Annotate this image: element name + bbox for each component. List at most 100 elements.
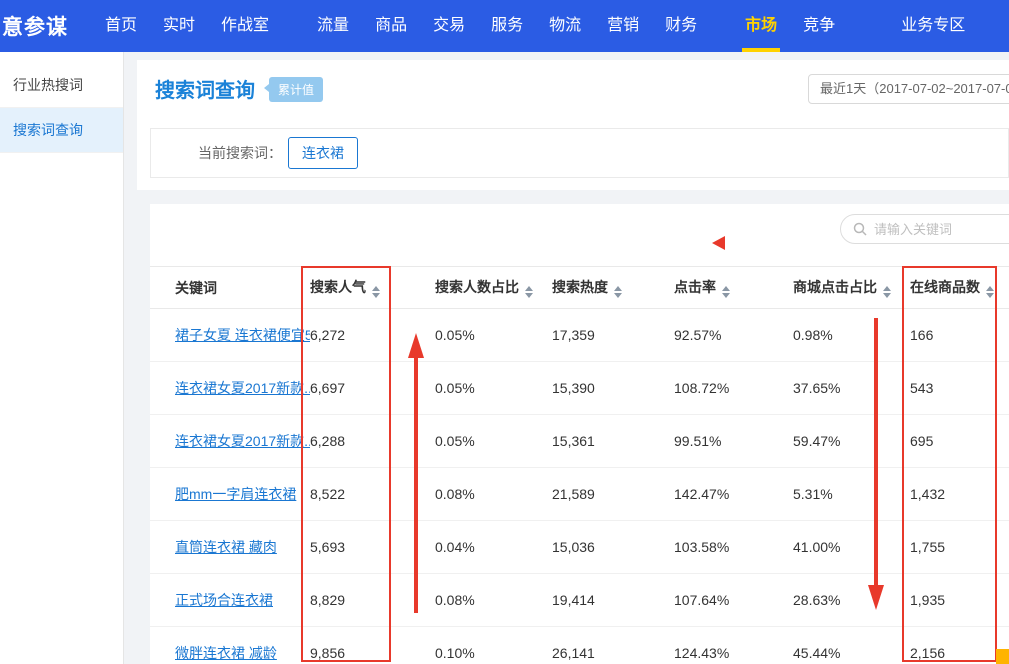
value-cell: 142.47% — [674, 468, 793, 521]
col-header-online-products[interactable]: 在线商品数 — [910, 267, 1009, 309]
keyword-link[interactable]: 连衣裙女夏2017新款... — [175, 433, 310, 449]
table-row: 连衣裙女夏2017新款...6,2880.05%15,36199.51%59.4… — [150, 415, 1009, 468]
col-header-label: 关键词 — [175, 280, 217, 296]
sort-icon[interactable] — [883, 286, 891, 298]
sidebar-item-hot-search-words[interactable]: 行业热搜词 — [0, 63, 123, 108]
value-cell: 0.05% — [435, 362, 552, 415]
value-cell: 15,036 — [552, 521, 674, 574]
brand-logo[interactable]: 意参谋 — [0, 11, 92, 41]
col-header-label: 点击率 — [674, 279, 716, 295]
value-cell: 1,432 — [910, 468, 1009, 521]
table-row: 直筒连衣裙 藏肉5,6930.04%15,036103.58%41.00%1,7… — [150, 521, 1009, 574]
keywords-table: 关键词 搜索人气 搜索人数占比 搜索热度 点击率 商城点击占比 — [150, 266, 1009, 664]
col-header-search-heat[interactable]: 搜索热度 — [552, 267, 674, 309]
keyword-link[interactable]: 连衣裙女夏2017新款... — [175, 380, 310, 396]
floating-widget[interactable] — [996, 649, 1009, 664]
page-title: 搜索词查询 — [155, 74, 255, 103]
nav-item-realtime[interactable]: 实时 — [163, 0, 195, 52]
value-cell: 99.51% — [674, 415, 793, 468]
value-cell: 0.05% — [435, 309, 552, 362]
nav-item-traffic[interactable]: 流量 — [317, 0, 349, 52]
keyword-link[interactable]: 裙子女夏 连衣裙便宜5... — [175, 327, 310, 343]
value-cell: 5,693 — [310, 521, 435, 574]
value-cell: 15,361 — [552, 415, 674, 468]
sort-icon[interactable] — [986, 286, 994, 298]
nav-item-goods[interactable]: 商品 — [375, 0, 407, 52]
col-header-click-rate[interactable]: 点击率 — [674, 267, 793, 309]
col-header-label: 搜索人气 — [310, 279, 366, 295]
nav-item-finance[interactable]: 财务 — [665, 0, 697, 52]
keyword-link[interactable]: 正式场合连衣裙 — [175, 592, 273, 608]
nav-item-market[interactable]: 市场 — [745, 0, 777, 52]
date-range-picker[interactable]: 最近1天（2017-07-02~2017-07-02 — [808, 74, 1009, 104]
nav-item-competition[interactable]: 竞争 — [803, 0, 835, 52]
table-row: 裙子女夏 连衣裙便宜5...6,2720.05%17,35992.57%0.98… — [150, 309, 1009, 362]
search-input[interactable] — [874, 222, 1009, 237]
col-header-label: 搜索人数占比 — [435, 279, 519, 295]
sidebar-item-search-word-query[interactable]: 搜索词查询 — [0, 108, 123, 153]
value-cell: 37.65% — [793, 362, 910, 415]
table-row: 微胖连衣裙 减龄9,8560.10%26,141124.43%45.44%2,1… — [150, 627, 1009, 664]
sidebar: 行业热搜词 搜索词查询 — [0, 52, 124, 664]
sort-icon[interactable] — [525, 286, 533, 298]
keyword-search-box[interactable] — [840, 214, 1009, 244]
value-cell: 92.57% — [674, 309, 793, 362]
value-cell: 1,935 — [910, 574, 1009, 627]
col-header-label: 搜索热度 — [552, 279, 608, 295]
keyword-cell: 裙子女夏 连衣裙便宜5... — [150, 309, 310, 362]
value-cell: 6,697 — [310, 362, 435, 415]
search-icon — [853, 222, 867, 236]
keyword-cell: 肥mm一字肩连衣裙 — [150, 468, 310, 521]
value-cell: 9,856 — [310, 627, 435, 664]
value-cell: 6,272 — [310, 309, 435, 362]
nav-item-business-zone[interactable]: 业务专区 — [901, 0, 965, 52]
value-cell: 0.98% — [793, 309, 910, 362]
value-cell: 107.64% — [674, 574, 793, 627]
nav-item-home[interactable]: 首页 — [105, 0, 137, 52]
sort-icon[interactable] — [722, 286, 730, 298]
value-cell: 45.44% — [793, 627, 910, 664]
current-search-label: 当前搜索词： — [198, 143, 282, 163]
value-cell: 1,755 — [910, 521, 1009, 574]
current-search-tag[interactable]: 连衣裙 — [288, 137, 358, 169]
keyword-link[interactable]: 肥mm一字肩连衣裙 — [175, 486, 296, 502]
value-cell: 6,288 — [310, 415, 435, 468]
value-cell: 21,589 — [552, 468, 674, 521]
value-cell: 166 — [910, 309, 1009, 362]
value-cell: 108.72% — [674, 362, 793, 415]
keyword-link[interactable]: 直筒连衣裙 藏肉 — [175, 539, 277, 555]
keyword-cell: 微胖连衣裙 减龄 — [150, 627, 310, 664]
value-cell: 0.08% — [435, 574, 552, 627]
value-cell: 0.05% — [435, 415, 552, 468]
sort-icon[interactable] — [614, 286, 622, 298]
nav-item-trade[interactable]: 交易 — [433, 0, 465, 52]
value-cell: 0.04% — [435, 521, 552, 574]
current-search-box: 当前搜索词： 连衣裙 — [150, 128, 1009, 178]
col-header-searcher-share[interactable]: 搜索人数占比 — [435, 267, 552, 309]
col-header-mall-click-share[interactable]: 商城点击占比 — [793, 267, 910, 309]
value-cell: 0.08% — [435, 468, 552, 521]
value-cell: 695 — [910, 415, 1009, 468]
value-cell: 8,829 — [310, 574, 435, 627]
table-body: 裙子女夏 连衣裙便宜5...6,2720.05%17,35992.57%0.98… — [150, 309, 1009, 664]
table-row: 连衣裙女夏2017新款...6,6970.05%15,390108.72%37.… — [150, 362, 1009, 415]
value-cell: 2,156 — [910, 627, 1009, 664]
nav-item-marketing[interactable]: 营销 — [607, 0, 639, 52]
value-cell: 543 — [910, 362, 1009, 415]
nav-item-service[interactable]: 服务 — [491, 0, 523, 52]
nav-item-warroom[interactable]: 作战室 — [221, 0, 269, 52]
value-cell: 26,141 — [552, 627, 674, 664]
sort-icon[interactable] — [372, 286, 380, 298]
header-panel: 搜索词查询 累计值 最近1天（2017-07-02~2017-07-02 当前搜… — [137, 60, 1009, 190]
table-row: 正式场合连衣裙8,8290.08%19,414107.64%28.63%1,93… — [150, 574, 1009, 627]
keyword-link[interactable]: 微胖连衣裙 减龄 — [175, 645, 277, 661]
col-header-search-popularity[interactable]: 搜索人气 — [310, 267, 435, 309]
table-header-row: 关键词 搜索人气 搜索人数占比 搜索热度 点击率 商城点击占比 — [150, 267, 1009, 309]
nav-item-logistics[interactable]: 物流 — [549, 0, 581, 52]
keyword-cell: 直筒连衣裙 藏肉 — [150, 521, 310, 574]
col-header-label: 在线商品数 — [910, 279, 980, 295]
value-cell: 41.00% — [793, 521, 910, 574]
value-cell: 5.31% — [793, 468, 910, 521]
value-cell: 8,522 — [310, 468, 435, 521]
value-cell: 0.10% — [435, 627, 552, 664]
